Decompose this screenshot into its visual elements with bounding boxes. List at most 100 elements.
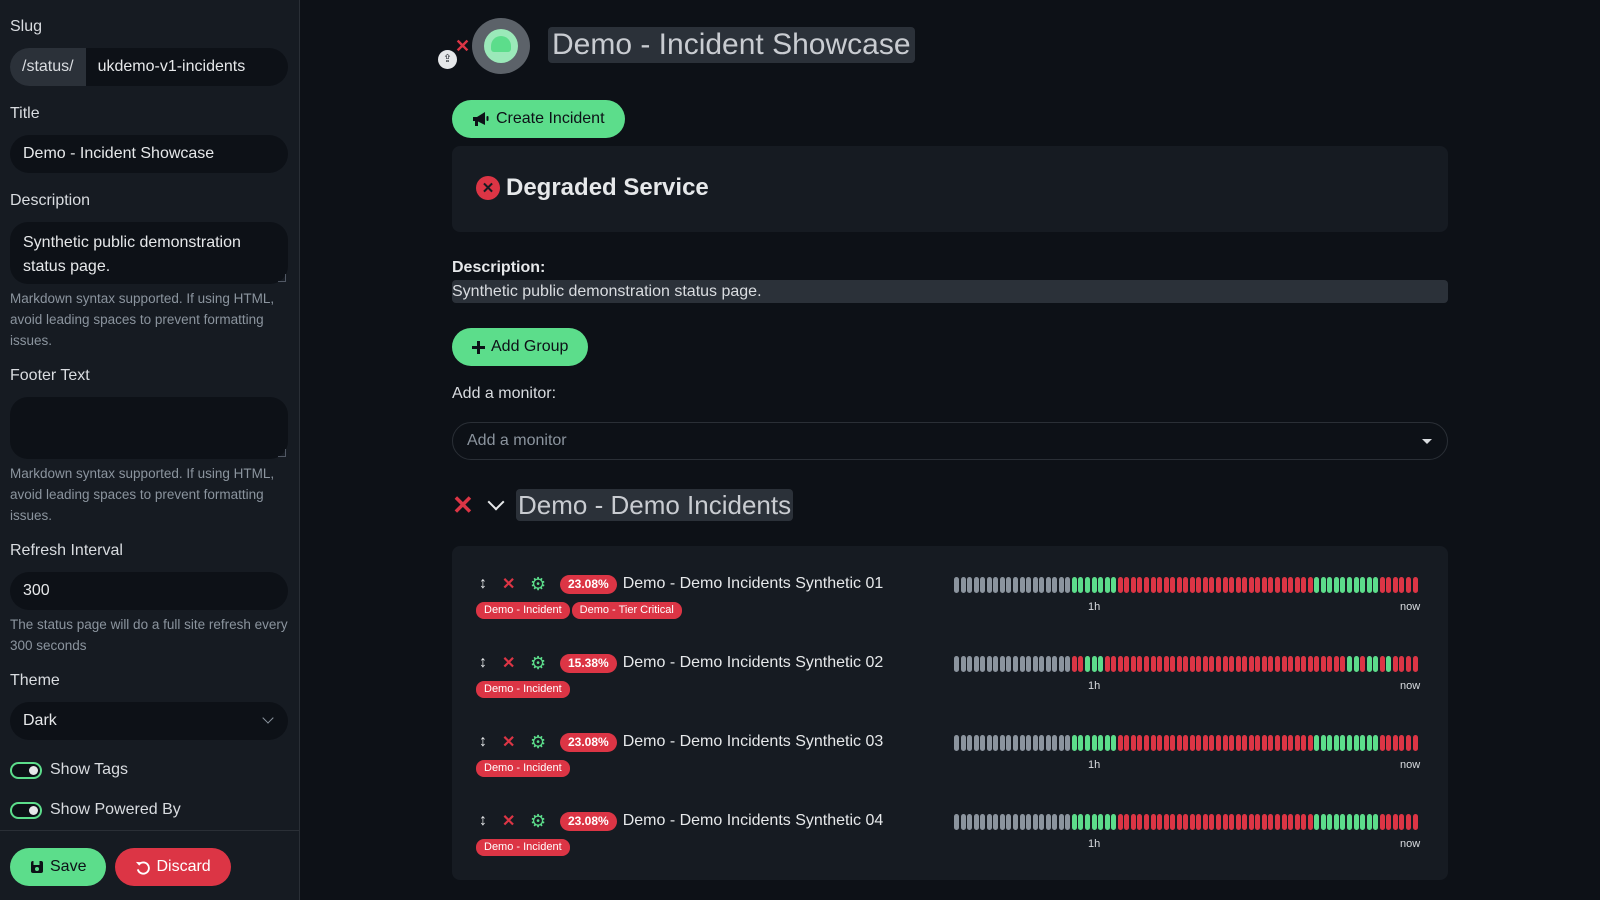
heartbeat-beat[interactable]: [1130, 656, 1136, 672]
remove-monitor-icon[interactable]: ✕: [502, 811, 516, 831]
heartbeat-beat[interactable]: [1340, 656, 1346, 672]
drag-handle-icon[interactable]: ↕: [476, 812, 490, 830]
heartbeat-beat[interactable]: [1314, 735, 1320, 751]
heartbeat-beat[interactable]: [1301, 814, 1307, 830]
heartbeat-beat[interactable]: [1294, 656, 1300, 672]
heartbeat-beat[interactable]: [1052, 577, 1058, 593]
heartbeat-beat[interactable]: [1202, 577, 1208, 593]
heartbeat-beat[interactable]: [1085, 814, 1090, 830]
heartbeat-beat[interactable]: [1392, 814, 1398, 830]
heartbeat-beat[interactable]: [1012, 577, 1018, 593]
heartbeat-beat[interactable]: [1235, 656, 1241, 672]
heartbeat-beat[interactable]: [1320, 814, 1326, 830]
heartbeat-beat[interactable]: [1183, 814, 1189, 830]
heartbeat-beat[interactable]: [1098, 656, 1104, 672]
heartbeat-beat[interactable]: [986, 735, 992, 751]
heartbeat-beat[interactable]: [1327, 656, 1333, 672]
heartbeat-beat[interactable]: [1366, 656, 1372, 672]
heartbeat-beat[interactable]: [1111, 735, 1117, 751]
heartbeat-beat[interactable]: [960, 814, 966, 830]
heartbeat-beat[interactable]: [1386, 656, 1392, 672]
heartbeat-beat[interactable]: [1026, 656, 1032, 672]
heartbeat-beat[interactable]: [1373, 735, 1379, 751]
heartbeat-beat[interactable]: [1360, 814, 1366, 830]
description-editable[interactable]: Synthetic public demonstration status pa…: [452, 280, 1448, 303]
heartbeat-beat[interactable]: [1039, 814, 1045, 830]
heartbeat-beat[interactable]: [1386, 814, 1392, 830]
heartbeat-beat[interactable]: [980, 814, 986, 830]
heartbeat-beat[interactable]: [1071, 577, 1077, 593]
heartbeat-beat[interactable]: [1268, 735, 1274, 751]
heartbeat-beat[interactable]: [1301, 656, 1307, 672]
page-title[interactable]: Demo - Incident Showcase: [548, 27, 915, 63]
heartbeat-beat[interactable]: [973, 656, 979, 672]
heartbeat-beat[interactable]: [1405, 656, 1411, 672]
heartbeat-beat[interactable]: [1373, 814, 1379, 830]
heartbeat-beat[interactable]: [1216, 656, 1221, 672]
heartbeat-beat[interactable]: [1098, 814, 1104, 830]
heartbeat-beat[interactable]: [980, 735, 986, 751]
heartbeat-beat[interactable]: [1189, 656, 1195, 672]
heartbeat-beat[interactable]: [1333, 656, 1339, 672]
heartbeat-beat[interactable]: [1268, 656, 1274, 672]
heartbeat-beat[interactable]: [1045, 577, 1051, 593]
gear-icon[interactable]: ⚙: [530, 811, 548, 832]
heartbeat-beat[interactable]: [1065, 656, 1071, 672]
heartbeat-beat[interactable]: [1078, 814, 1084, 830]
heartbeat-beat[interactable]: [999, 735, 1005, 751]
heartbeat-beat[interactable]: [1360, 735, 1366, 751]
heartbeat-beat[interactable]: [973, 735, 979, 751]
heartbeat-beat[interactable]: [1216, 735, 1221, 751]
heartbeat-beat[interactable]: [1314, 577, 1320, 593]
heartbeat-beat[interactable]: [1104, 814, 1110, 830]
description-textarea[interactable]: Synthetic public demonstration status pa…: [10, 222, 288, 284]
heartbeat-beat[interactable]: [993, 577, 999, 593]
heartbeat-beat[interactable]: [1347, 814, 1352, 830]
heartbeat-beat[interactable]: [1288, 577, 1294, 593]
heartbeat-beat[interactable]: [1143, 577, 1149, 593]
heartbeat-beat[interactable]: [1274, 735, 1280, 751]
heartbeat-beat[interactable]: [1071, 735, 1077, 751]
heartbeat-beat[interactable]: [1294, 577, 1300, 593]
heartbeat-beat[interactable]: [1032, 577, 1038, 593]
heartbeat-beat[interactable]: [973, 577, 979, 593]
heartbeat-beat[interactable]: [1261, 814, 1267, 830]
heartbeat-beat[interactable]: [1032, 735, 1038, 751]
heartbeat-beat[interactable]: [1248, 577, 1254, 593]
heartbeat-beat[interactable]: [1261, 577, 1267, 593]
heartbeat-beat[interactable]: [1320, 656, 1326, 672]
heartbeat-beat[interactable]: [1150, 814, 1156, 830]
heartbeat-beat[interactable]: [1078, 577, 1084, 593]
chevron-down-icon[interactable]: [487, 493, 505, 511]
heartbeat-beat[interactable]: [1274, 577, 1280, 593]
heartbeat-beat[interactable]: [1340, 735, 1346, 751]
heartbeat-beat[interactable]: [1235, 577, 1241, 593]
heartbeat-beat[interactable]: [1085, 577, 1090, 593]
resize-grip-icon[interactable]: [278, 449, 286, 457]
heartbeat-beat[interactable]: [1235, 814, 1241, 830]
heartbeat-beat[interactable]: [1261, 735, 1267, 751]
heartbeat-beat[interactable]: [1098, 735, 1104, 751]
heartbeat-beat[interactable]: [1386, 577, 1392, 593]
remove-logo-icon[interactable]: ✕: [455, 36, 470, 57]
heartbeat-beat[interactable]: [980, 656, 986, 672]
logo[interactable]: [472, 18, 530, 74]
heartbeat-beat[interactable]: [1157, 577, 1163, 593]
heartbeat-beat[interactable]: [1130, 814, 1136, 830]
heartbeat-beat[interactable]: [1261, 656, 1267, 672]
heartbeat-beat[interactable]: [1222, 656, 1228, 672]
heartbeat-beat[interactable]: [1058, 656, 1064, 672]
heartbeat-beat[interactable]: [1333, 814, 1339, 830]
heartbeat-beat[interactable]: [973, 814, 979, 830]
heartbeat-beat[interactable]: [1235, 735, 1241, 751]
heartbeat-beat[interactable]: [960, 735, 966, 751]
drag-handle-icon[interactable]: ↕: [476, 575, 490, 593]
heartbeat-beat[interactable]: [1170, 656, 1176, 672]
heartbeat-beat[interactable]: [1111, 577, 1117, 593]
heartbeat-beat[interactable]: [1379, 735, 1385, 751]
heartbeat-beat[interactable]: [1170, 735, 1176, 751]
heartbeat-beat[interactable]: [1058, 577, 1064, 593]
heartbeat-beat[interactable]: [1039, 735, 1045, 751]
heartbeat-beat[interactable]: [986, 656, 992, 672]
heartbeat-beat[interactable]: [1327, 814, 1333, 830]
